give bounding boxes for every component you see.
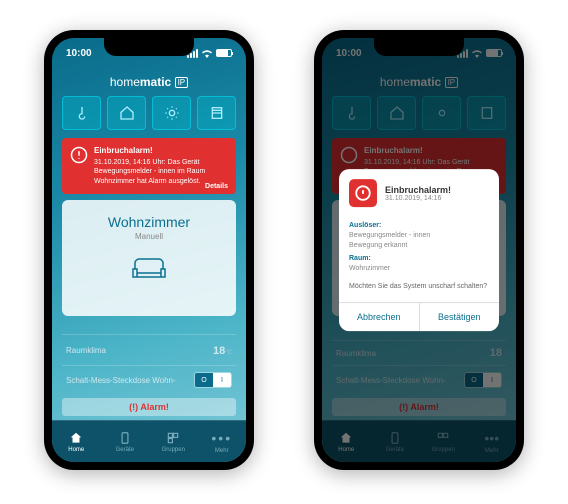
screen: 10:00 homematic IP Einbruchalarm! 31.10.… (52, 38, 246, 462)
modal-trigger-label: Auslöser: (349, 221, 489, 231)
alert-banner[interactable]: Einbruchalarm! 31.10.2019, 14:16 Uhr: Da… (62, 138, 236, 194)
category-tiles (52, 96, 246, 130)
phone-left: 10:00 homematic IP Einbruchalarm! 31.10.… (44, 30, 254, 470)
room-subtitle: Manuell (72, 232, 226, 241)
modal-room: Wohnzimmer (349, 264, 489, 274)
status-right (187, 49, 232, 58)
sofa-icon (129, 255, 169, 283)
toggle-off[interactable]: O (195, 373, 213, 387)
modal-trigger: Bewegungsmelder - innen Bewegung erkannt (349, 231, 489, 251)
tab-more[interactable]: •••Mehr (198, 421, 247, 462)
alert-body: 31.10.2019, 14:16 Uhr: Das Gerät Bewegun… (94, 158, 228, 185)
tile-weather[interactable] (152, 96, 191, 130)
status-time: 10:00 (66, 48, 92, 59)
alert-details-link[interactable]: Details (205, 183, 228, 190)
brand-1: home (110, 75, 140, 89)
toggle-on[interactable]: I (213, 373, 231, 387)
alert-icon (70, 146, 88, 164)
phone-right: 10:00 homematic IP Einbruchalarm! 31.10.… (314, 30, 524, 470)
row-value: 18 (213, 345, 225, 357)
alarm-modal: Einbruchalarm! 31.10.2019, 14:16 Auslöse… (339, 169, 499, 331)
tile-climate[interactable] (62, 96, 101, 130)
app-header: homematic IP (52, 68, 246, 96)
tile-security[interactable] (107, 96, 146, 130)
row-unit: °C (225, 350, 232, 356)
modal-confirm-button[interactable]: Bestätigen (420, 303, 500, 331)
alarm-bar[interactable]: (!) Alarm! (62, 398, 236, 416)
modal-room-label: Raum: (349, 255, 489, 265)
row-socket[interactable]: Schalt-Mess-Steckdose Wohn- O I (62, 365, 236, 394)
row-label: Raumklima (66, 346, 106, 355)
notch (104, 38, 194, 56)
tab-groups[interactable]: Gruppen (149, 421, 198, 462)
brand-badge: IP (175, 77, 189, 88)
tile-shading[interactable] (197, 96, 236, 130)
device-list: Raumklima 18°C Schalt-Mess-Steckdose Woh… (62, 334, 236, 394)
tab-home[interactable]: Home (52, 421, 101, 462)
socket-toggle[interactable]: O I (194, 372, 232, 388)
battery-icon (216, 49, 232, 57)
brand-2: matic (140, 75, 171, 89)
tab-devices[interactable]: Geräte (101, 421, 150, 462)
notch (374, 38, 464, 56)
modal-alert-icon (349, 179, 377, 207)
room-title: Wohnzimmer (72, 214, 226, 230)
row-label: Schalt-Mess-Steckdose Wohn- (66, 376, 176, 385)
modal-timestamp: 31.10.2019, 14:16 (385, 195, 451, 202)
alert-title: Einbruchalarm! (94, 146, 228, 156)
row-climate[interactable]: Raumklima 18°C (62, 334, 236, 365)
wifi-icon (201, 49, 213, 58)
room-card[interactable]: Wohnzimmer Manuell (62, 200, 236, 316)
modal-title: Einbruchalarm! (385, 185, 451, 195)
modal-cancel-button[interactable]: Abbrechen (339, 303, 420, 331)
screen: 10:00 homematic IP Einbruchalarm! 31.10.… (322, 38, 516, 462)
modal-question: Möchten Sie das System unscharf schalten… (349, 282, 489, 292)
tab-bar: Home Geräte Gruppen •••Mehr (52, 420, 246, 462)
